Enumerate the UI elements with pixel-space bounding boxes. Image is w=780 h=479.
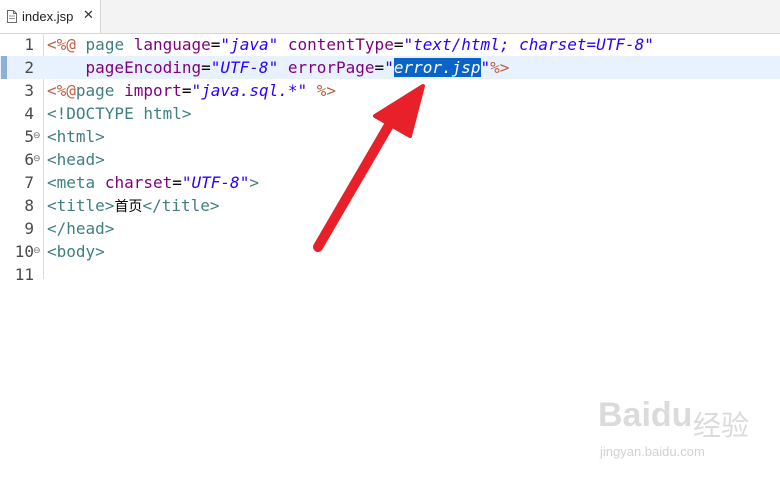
baidu-watermark: Baidu 经验 jingyan.baidu.com — [598, 396, 778, 476]
watermark-brand: Baidu — [598, 396, 693, 434]
watermark-url: jingyan.baidu.com — [600, 444, 705, 459]
watermark-cn: 经验 — [693, 409, 750, 442]
